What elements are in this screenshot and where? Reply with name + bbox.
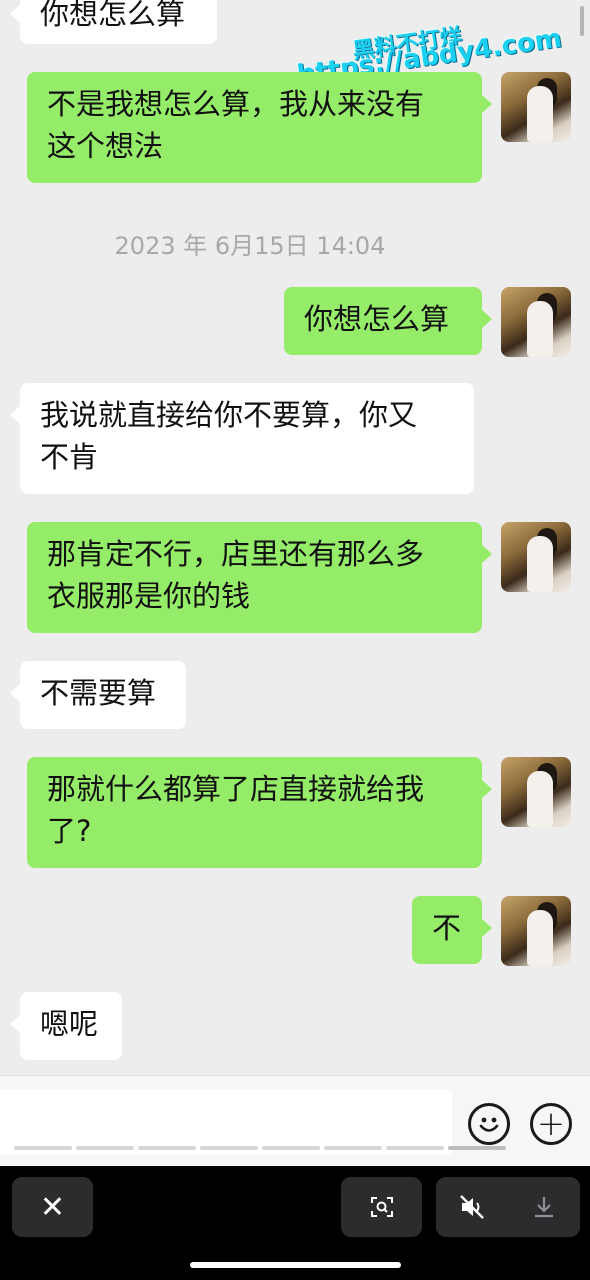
scan-icon xyxy=(370,1197,393,1217)
message-timestamp: 2023 年 6月15日 14:04 xyxy=(114,232,386,260)
avatar[interactable] xyxy=(501,522,571,592)
avatar[interactable] xyxy=(501,757,571,827)
plus-icon: + xyxy=(536,1104,566,1144)
message-bubble-outgoing[interactable]: 那肯定不行，店里还有那么多 衣服那是你的钱 xyxy=(27,522,492,633)
home-indicator[interactable] xyxy=(190,1262,401,1268)
progress-segment xyxy=(448,1146,506,1150)
message-bubble-incoming[interactable]: 我说就直接给你不要算，你又 不肯 xyxy=(10,383,474,494)
scrollbar[interactable] xyxy=(580,6,584,36)
progress-segment xyxy=(262,1146,320,1150)
progress-segment xyxy=(14,1146,72,1150)
message-bubble-incoming[interactable]: 嗯呢 xyxy=(10,992,122,1060)
chat-area[interactable]: 黑料不打烊 https://abdy4.com 你想怎么算 不是我想怎么算，我从… xyxy=(0,0,590,1075)
message-bubble-outgoing[interactable]: 不是我想怎么算，我从来没有 这个想法 xyxy=(27,72,492,183)
viewer-toolbar: ✕ xyxy=(0,1166,590,1280)
close-icon: ✕ xyxy=(39,1189,66,1225)
avatar[interactable] xyxy=(501,896,571,966)
message-bubble-outgoing[interactable]: 那就什么都算了店直接就给我 了? xyxy=(27,757,492,868)
emoji-button[interactable] xyxy=(468,1103,510,1145)
progress-segment xyxy=(138,1146,196,1150)
progress-segment xyxy=(386,1146,444,1150)
avatar[interactable] xyxy=(501,72,571,142)
speaker-muted-icon[interactable] xyxy=(458,1193,486,1221)
progress-segment xyxy=(200,1146,258,1150)
message-bubble-incoming[interactable]: 你想怎么算 xyxy=(10,0,217,44)
more-button[interactable]: + xyxy=(530,1103,572,1145)
message-bubble-outgoing[interactable]: 不 xyxy=(412,896,492,964)
media-controls xyxy=(436,1177,580,1237)
progress-segment xyxy=(324,1146,382,1150)
close-button[interactable]: ✕ xyxy=(12,1177,93,1237)
story-progress xyxy=(0,1146,590,1151)
scan-button[interactable] xyxy=(341,1177,422,1237)
message-bubble-outgoing[interactable]: 你想怎么算 xyxy=(284,287,492,355)
input-bar: + xyxy=(0,1075,590,1167)
download-icon[interactable] xyxy=(530,1193,558,1221)
progress-segment xyxy=(76,1146,134,1150)
emoji-smile-icon xyxy=(479,1117,499,1132)
avatar[interactable] xyxy=(501,287,571,357)
message-bubble-incoming[interactable]: 不需要算 xyxy=(10,661,186,729)
